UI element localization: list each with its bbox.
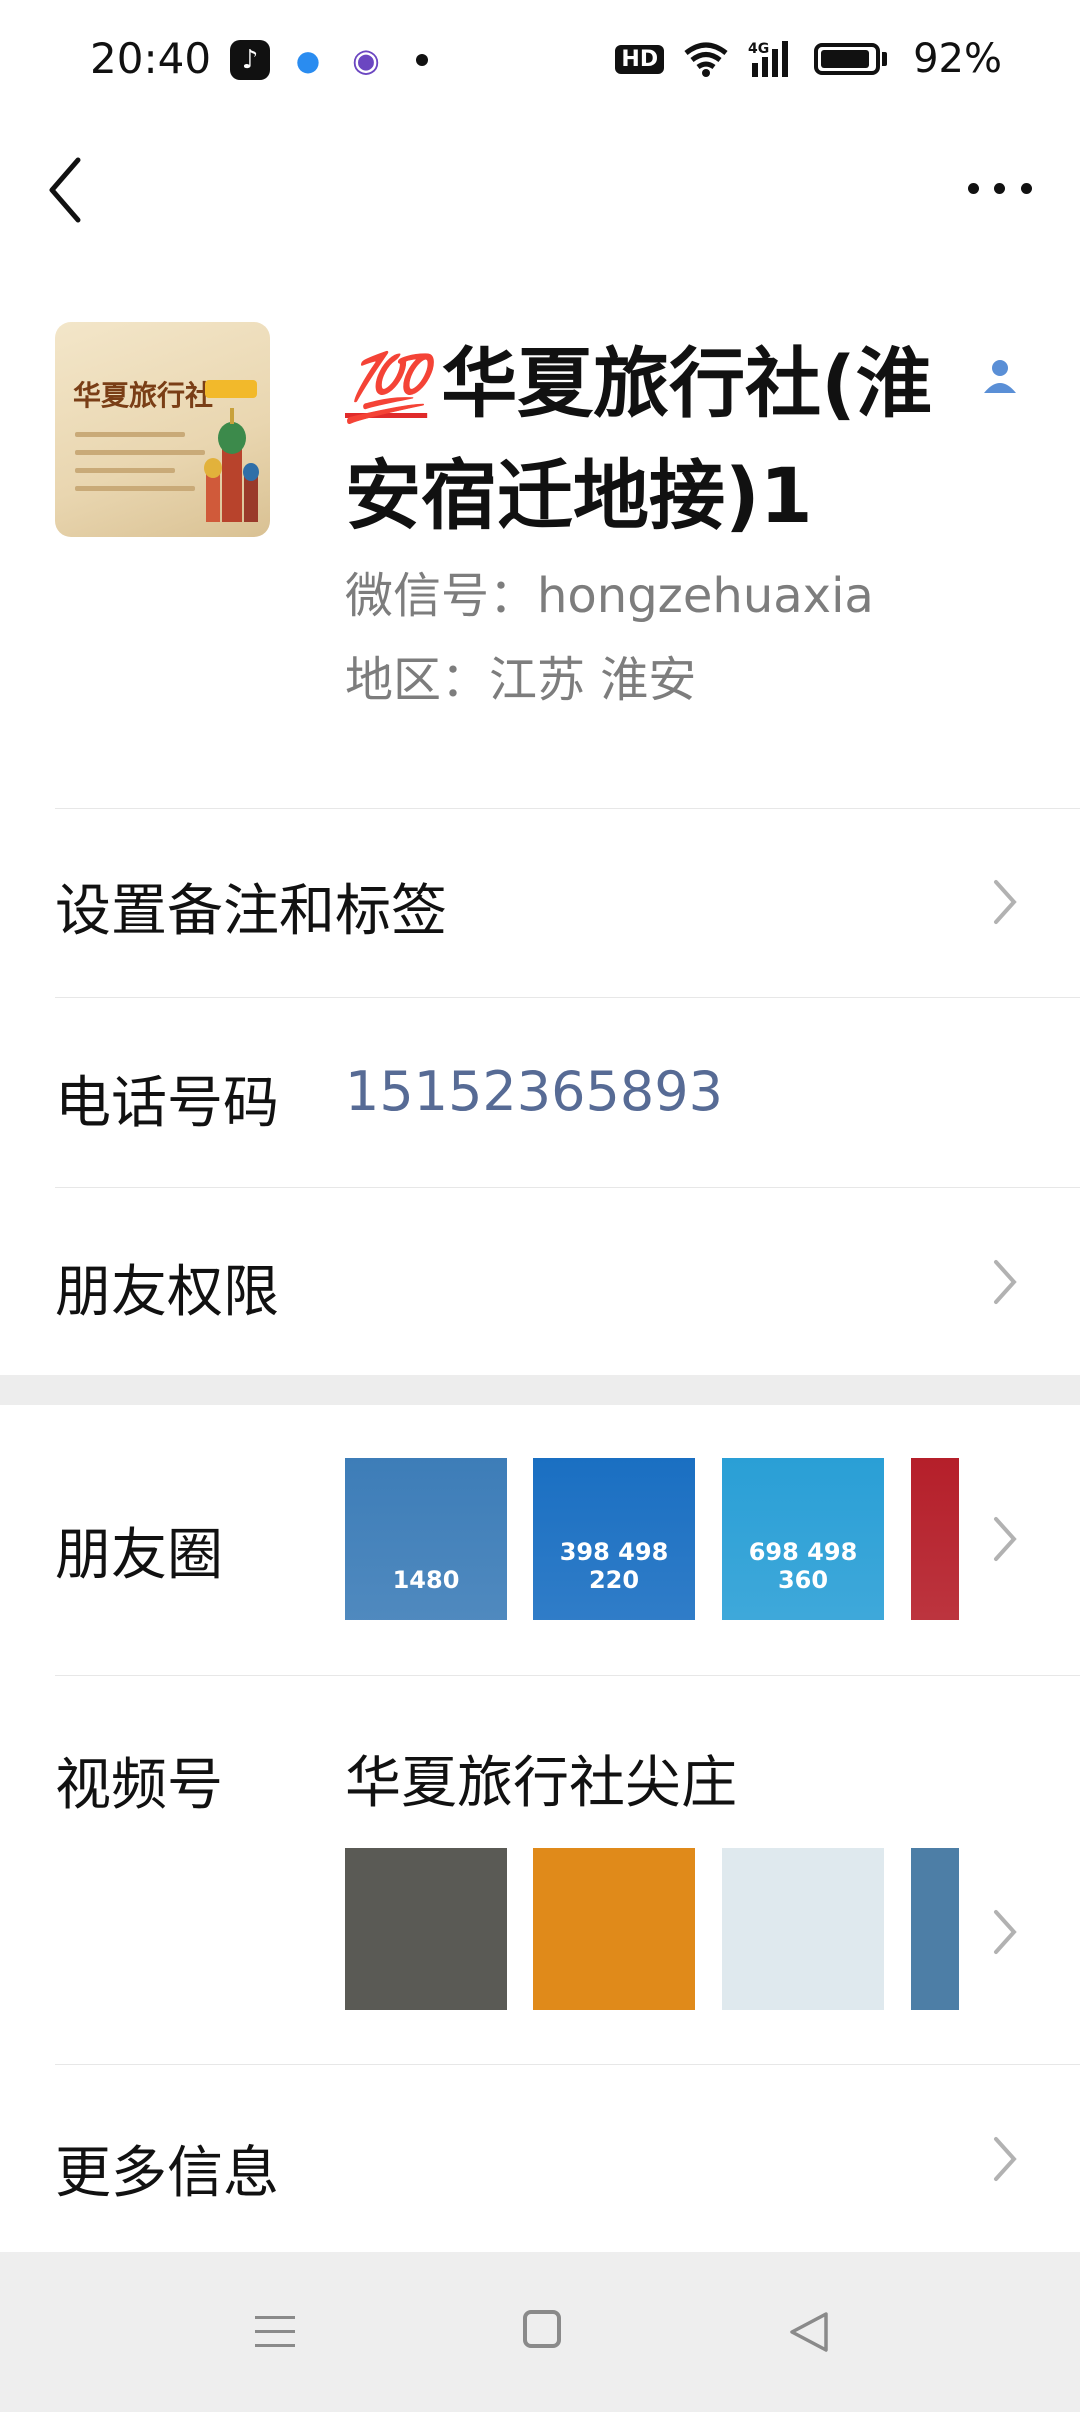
channel-thumbnail (533, 1848, 695, 2010)
divider (55, 2064, 1080, 2065)
chevron-right-icon (994, 1517, 1017, 1561)
friend-permission-label: 朋友权限 (55, 1260, 279, 1325)
notification-dot-icon (416, 54, 428, 66)
moments-thumbnail-text: 1480 (392, 1566, 460, 1594)
channel-thumbnail (345, 1848, 507, 2010)
channels-label: 视频号 (55, 1753, 223, 1818)
battery-fill (821, 50, 869, 68)
chevron-right-icon (994, 1910, 1017, 1954)
more-button[interactable] (960, 158, 1040, 218)
divider (55, 1675, 1080, 1676)
moments-label: 朋友圈 (55, 1523, 223, 1588)
recent-apps-button[interactable] (255, 2312, 295, 2352)
divider (55, 997, 1080, 998)
signal-icon: 4G (748, 41, 789, 77)
tiktok-icon: ♪ (230, 40, 270, 80)
planet-app-icon: ◉ (346, 40, 386, 80)
chevron-right-icon (994, 880, 1017, 924)
person-icon (984, 360, 1016, 393)
channel-name: 华夏旅行社尖庄 (345, 1751, 737, 1816)
more-dot (967, 182, 979, 194)
channel-thumbnail (722, 1848, 884, 2010)
more-dot (1021, 182, 1033, 194)
battery-percent: 92% (913, 36, 1002, 82)
system-nav-bar (0, 2252, 1080, 2412)
moments-thumbnail: 1480 (345, 1458, 507, 1620)
more-dot (994, 182, 1006, 194)
divider (55, 808, 1080, 809)
moments-thumbnail: 698 498 360 (722, 1458, 884, 1620)
avatar-tag (205, 380, 257, 398)
channel-thumbnail (911, 1848, 959, 2010)
status-bar: 20:40 ♪ ● ◉ HD 4G 92% (0, 0, 1080, 126)
chevron-right-icon (994, 2137, 1017, 2181)
more-info-label: 更多信息 (55, 2141, 279, 2206)
wechat-id: 微信号：hongzehuaxia (345, 568, 874, 624)
region: 地区：江苏 淮安 (345, 652, 697, 708)
profile-name: 💯 华夏旅行社(淮安宿迁地接)1 (345, 330, 985, 550)
chevron-right-icon (994, 1260, 1017, 1304)
battery-icon (814, 43, 888, 75)
status-time: 20:40 (90, 34, 212, 83)
network-label: 4G (748, 41, 769, 57)
phone-label: 电话号码 (55, 1071, 279, 1136)
status-indicators: HD 4G 92% (615, 36, 1002, 82)
phone-number-link[interactable]: 15152365893 (345, 1060, 723, 1123)
search-app-icon: ● (288, 40, 328, 80)
back-button[interactable] (40, 150, 90, 230)
profile-name-text: 华夏旅行社(淮安宿迁地接)1 (345, 339, 932, 540)
moments-thumbnail-text: 398 498 220 (559, 1538, 669, 1594)
wifi-icon (684, 42, 728, 77)
hd-badge: HD (615, 44, 665, 74)
divider (55, 1187, 1080, 1188)
section-gap (0, 1375, 1080, 1405)
hundred-points-icon: 💯 (345, 349, 428, 426)
cathedral-icon (204, 408, 259, 522)
system-back-button[interactable] (788, 2310, 830, 2354)
chevron-left-icon (49, 157, 81, 223)
moments-thumbnail: 398 498 220 (533, 1458, 695, 1620)
avatar-text: 华夏旅行社 (73, 379, 214, 412)
remark-label: 设置备注和标签 (55, 879, 447, 944)
moments-thumbnail (911, 1458, 959, 1620)
avatar[interactable]: 华夏旅行社 (55, 322, 270, 537)
status-app-icons: ♪ ● ◉ (230, 40, 428, 80)
home-button[interactable] (523, 2310, 561, 2348)
moments-thumbnail-text: 698 498 360 (748, 1538, 858, 1594)
